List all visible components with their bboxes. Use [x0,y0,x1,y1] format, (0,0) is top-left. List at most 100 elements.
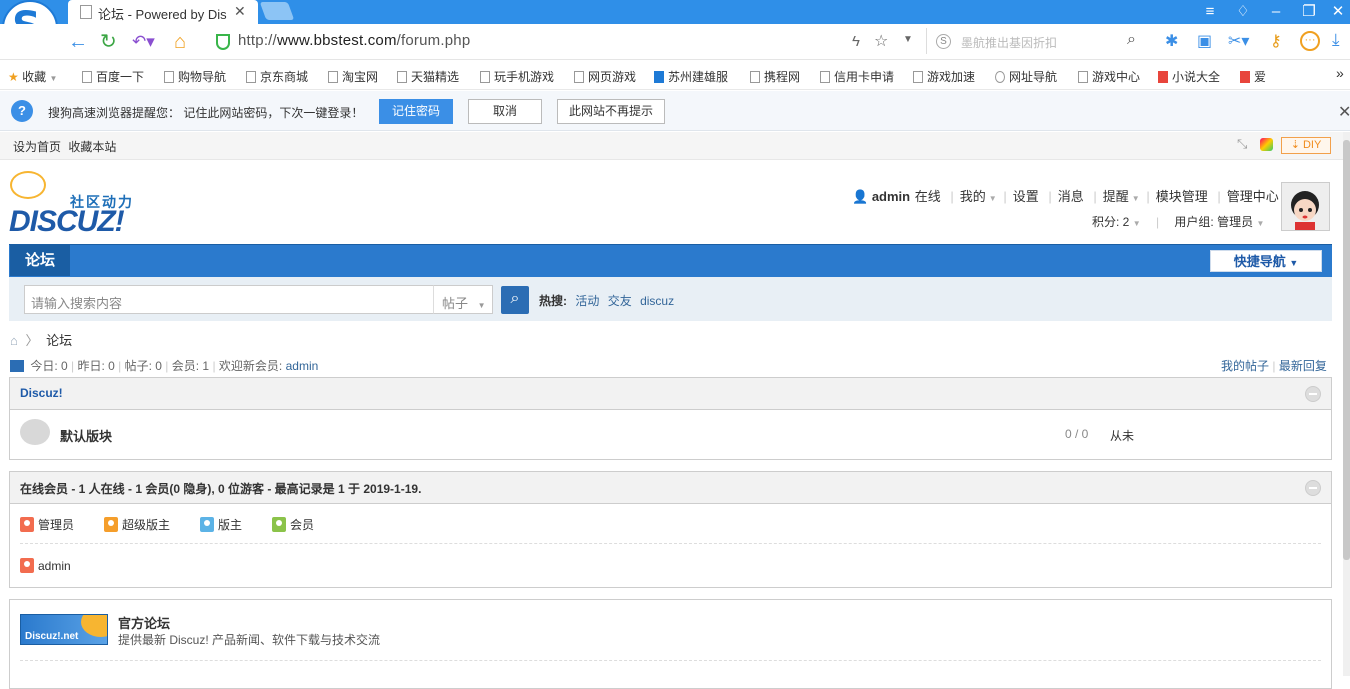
tools-icon[interactable]: ✂▾ [1228,31,1249,51]
url-field[interactable]: http://www.bbstest.com/forum.php [210,32,470,49]
bookmark-item[interactable]: 网址导航 [995,68,1057,85]
bookmark-item[interactable]: 淘宝网 [328,68,378,85]
bookmark-item[interactable]: 小说大全 [1158,68,1220,85]
sogou-search-icon: S [936,34,951,49]
nav-forum[interactable]: 论坛 [10,245,70,276]
close-window-icon[interactable]: ✕ [1324,2,1350,22]
last-post: 从未 [1110,429,1135,443]
bookmark-item[interactable]: 游戏中心 [1078,68,1140,85]
search-input[interactable]: 请输入搜索内容 [24,285,434,314]
search-type-select[interactable]: 帖子 ▼ [433,285,493,314]
online-user-list: admin [20,544,1321,584]
block-manage-link[interactable]: 模块管理 [1156,189,1208,204]
online-header[interactable]: 在线会员 - 1 人在线 - 1 会员(0 隐身), 0 位游客 - 最高记录是… [10,472,1331,504]
logo-text[interactable]: DISCUZ! [9,205,125,239]
tab-close-icon[interactable]: ✕ [234,3,246,20]
key-icon[interactable]: ⚷ [1270,31,1282,51]
screenshot-icon[interactable]: ▣ [1197,31,1212,51]
menu-icon[interactable]: ≡ [1196,2,1224,22]
legend-mod: 版主 [200,516,242,533]
username-link[interactable]: admin [872,189,910,204]
search-button[interactable]: ⌕ [501,286,529,314]
set-home-link[interactable]: 设为首页 [13,140,61,154]
bookmark-item[interactable]: 网页游戏 [574,68,636,85]
browser-tab[interactable]: 论坛 - Powered by Dis [68,0,258,24]
legend-supermod: 超级版主 [104,516,170,533]
browser-search-input[interactable]: 墨航推出基因折扣 [926,28,1148,54]
bookmark-item[interactable]: 玩手机游戏 [480,68,554,85]
page-icon [80,5,92,19]
puzzle-icon[interactable]: ✱ [1165,31,1178,51]
new-member-link[interactable]: admin [286,359,319,373]
lightning-icon[interactable]: ϟ [852,33,860,50]
close-prompt-icon[interactable]: ✕ [1338,102,1350,122]
category-header[interactable]: Discuz! [10,378,1331,410]
site-top-bar [0,132,1350,160]
main-nav [9,244,1332,277]
link-title[interactable]: 官方论坛 [118,613,170,632]
bookmark-favorites[interactable]: ★ 收藏 ▼ [8,68,57,85]
points-link[interactable]: 积分: 2 [1092,215,1129,229]
more-bookmarks-icon[interactable]: » [1336,65,1344,81]
diy-button[interactable]: ⇣ DIY [1281,137,1331,154]
user-icon: 👤 [852,189,869,204]
home-icon[interactable]: ⌂ [174,30,186,54]
usergroup-link[interactable]: 用户组: 管理员 [1174,215,1253,229]
bookmark-item[interactable]: 爱 [1240,68,1266,85]
refresh-icon[interactable]: ↻ [100,30,117,54]
bookmark-item[interactable]: 京东商城 [246,68,308,85]
forum-row[interactable]: 默认版块 0 / 0 从未 [10,410,1331,458]
collapse-icon[interactable] [1305,480,1321,496]
breadcrumb: ⌂ 〉 论坛 [10,333,73,348]
settings-link[interactable]: 设置 [1013,189,1039,204]
favorite-link[interactable]: 收藏本站 [68,140,116,154]
home-icon[interactable]: ⌂ [10,333,18,348]
hot-search-item[interactable]: 交友 [608,294,632,308]
my-posts-link[interactable]: 我的帖子 [1221,359,1269,373]
never-prompt-button[interactable]: 此网站不再提示 [557,99,665,124]
online-user[interactable]: admin [20,558,71,573]
restore-icon[interactable]: ❐ [1295,2,1323,22]
notifications-link[interactable]: 提醒 [1103,189,1129,204]
collapse-icon[interactable] [1305,386,1321,402]
forum-name[interactable]: 默认版块 [60,426,112,445]
tab-title: 论坛 - Powered by Dis [98,7,227,22]
minimize-icon[interactable]: – [1262,2,1290,22]
discuz-net-logo[interactable]: Discuz!.net [20,614,108,645]
back-icon[interactable]: ← [68,30,88,54]
bookmark-item[interactable]: 游戏加速 [913,68,975,85]
undo-icon[interactable]: ↶▾ [132,30,155,54]
bookmark-item[interactable]: 百度一下 [82,68,144,85]
search-icon: ⌕ [510,290,520,307]
messages-link[interactable]: 消息 [1058,189,1084,204]
download-icon[interactable]: ⤓ [1332,30,1340,50]
cancel-button[interactable]: 取消 [468,99,542,124]
fullscreen-icon[interactable]: ⤡ [1237,136,1247,152]
star-icon[interactable]: ☆ [874,31,888,51]
bookmark-item[interactable]: 信用卡申请 [820,68,894,85]
remember-password-button[interactable]: 记住密码 [379,99,453,124]
forum-category: Discuz! 默认版块 0 / 0 从未 [9,377,1332,460]
skin-icon[interactable]: ♢ [1229,2,1257,22]
link-desc: 提供最新 Discuz! 产品新闻、软件下载与技术交流 [118,633,381,647]
online-members: 在线会员 - 1 人在线 - 1 会员(0 隐身), 0 位游客 - 最高记录是… [9,471,1332,588]
avatar[interactable] [1281,182,1330,231]
style-icon[interactable] [1260,138,1273,151]
bookmark-item[interactable]: 携程网 [750,68,800,85]
my-menu[interactable]: 我的 [960,189,986,204]
hot-search-item[interactable]: 活动 [575,294,599,308]
dropdown-icon[interactable]: ▼ [903,34,913,45]
latest-replies-link[interactable]: 最新回复 [1279,359,1327,373]
quick-nav-button[interactable]: 快捷导航 ▼ [1210,250,1322,272]
legend-member: 会员 [272,516,314,533]
admin-center-link[interactable]: 管理中心 [1227,189,1279,204]
bookmark-item[interactable]: 天猫精选 [397,68,459,85]
hot-search-item[interactable]: discuz [640,294,674,308]
search-icon[interactable]: ⌕ [1127,31,1136,49]
bookmark-item[interactable]: 苏州建雄服 [654,68,728,85]
scrollbar[interactable] [1343,132,1350,676]
more-icon[interactable]: ··· [1300,31,1320,51]
bookmark-item[interactable]: 购物导航 [164,68,226,85]
breadcrumb-current[interactable]: 论坛 [46,333,72,348]
info-icon: ? [11,100,33,122]
